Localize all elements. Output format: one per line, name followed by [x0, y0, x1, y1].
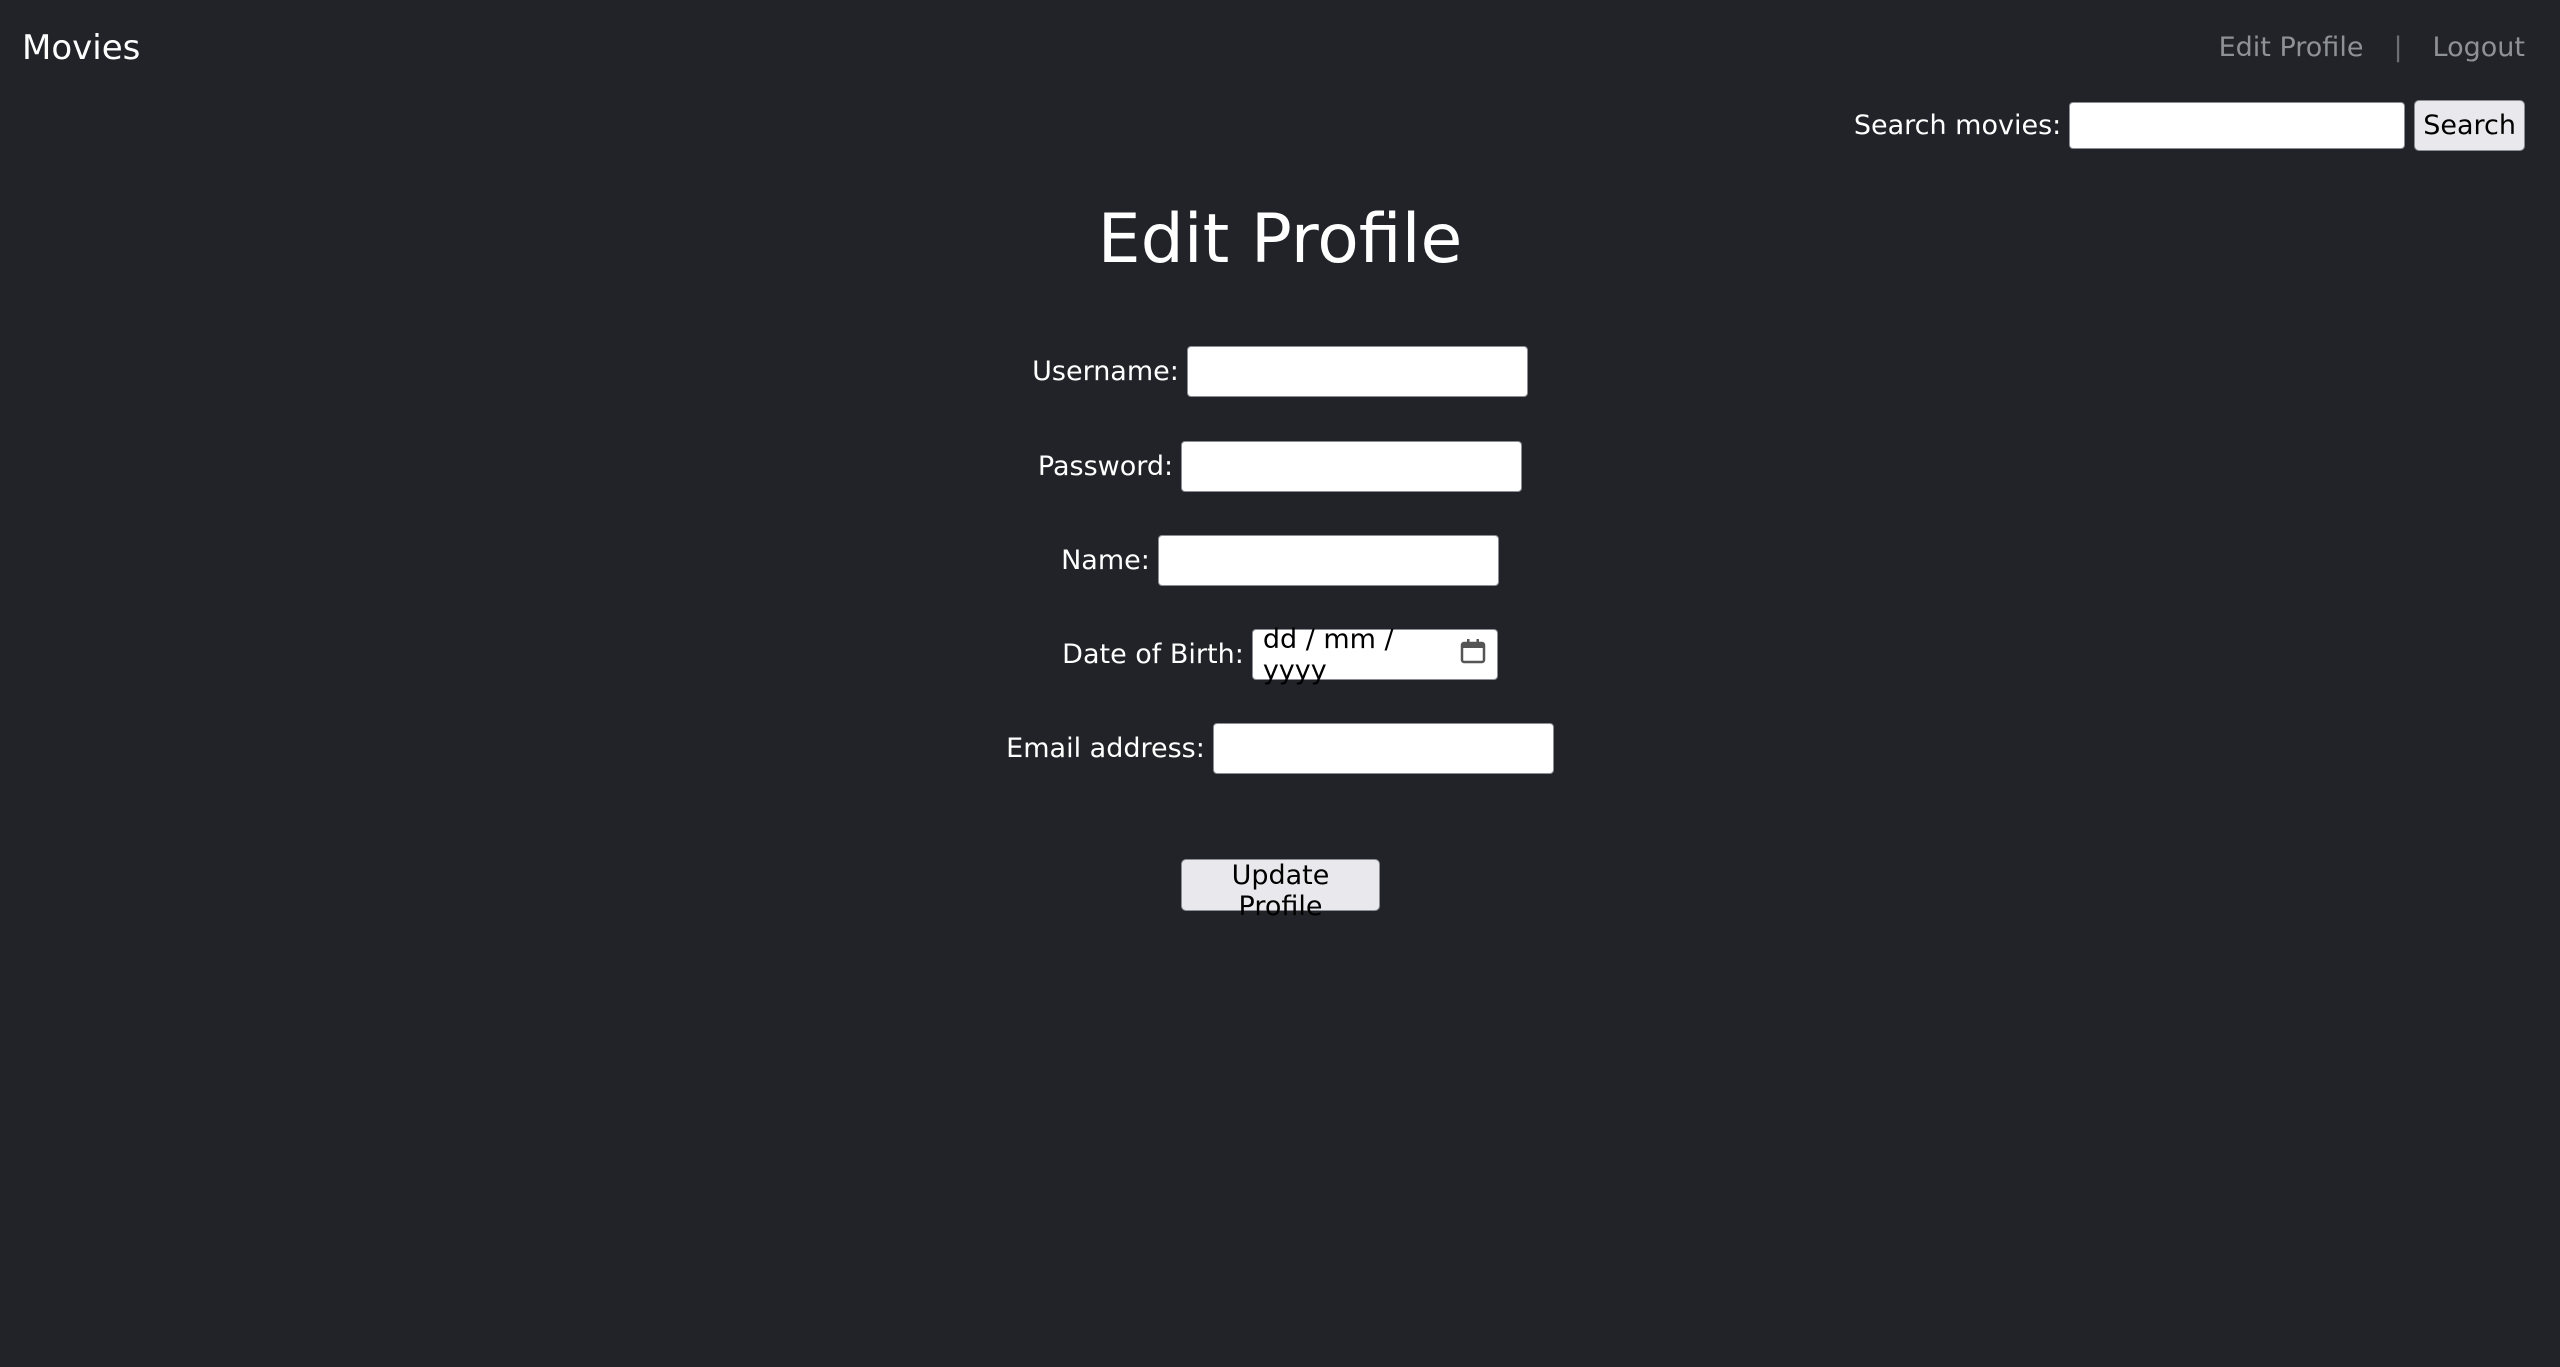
- password-input[interactable]: [1181, 441, 1523, 492]
- name-row: Name:: [0, 535, 2560, 586]
- dob-input[interactable]: dd / mm / yyyy: [1251, 624, 1498, 686]
- email-label: Email address:: [1006, 733, 1205, 764]
- password-row: Password:: [0, 441, 2560, 492]
- dob-placeholder: dd / mm / yyyy: [1262, 623, 1394, 686]
- email-row: Email address:: [0, 723, 2560, 774]
- username-row: Username:: [0, 346, 2560, 397]
- search-input[interactable]: [2069, 102, 2406, 149]
- username-label: Username:: [1032, 356, 1179, 387]
- top-nav: Edit Profile | Logout: [2219, 32, 2525, 63]
- calendar-icon[interactable]: [1459, 637, 1487, 672]
- search-form: Search movies: Search: [1854, 100, 2525, 151]
- dob-label: Date of Birth:: [1062, 639, 1244, 670]
- page-title: Edit Profile: [1097, 200, 1463, 279]
- brand-link[interactable]: Movies: [22, 28, 140, 68]
- email-input[interactable]: [1212, 723, 1554, 774]
- update-profile-button[interactable]: Update Profile: [1181, 859, 1380, 922]
- password-label: Password:: [1037, 451, 1174, 482]
- search-button[interactable]: Search: [2414, 100, 2525, 151]
- search-label: Search movies:: [1853, 110, 2062, 141]
- nav-edit-profile-link[interactable]: Edit Profile: [2219, 32, 2364, 63]
- name-label: Name:: [1061, 545, 1150, 576]
- dob-row: Date of Birth: dd / mm / yyyy: [0, 624, 2560, 686]
- nav-logout-link[interactable]: Logout: [2433, 32, 2525, 63]
- username-input[interactable]: [1186, 346, 1528, 397]
- nav-separator: |: [2393, 32, 2403, 63]
- name-input[interactable]: [1157, 535, 1499, 586]
